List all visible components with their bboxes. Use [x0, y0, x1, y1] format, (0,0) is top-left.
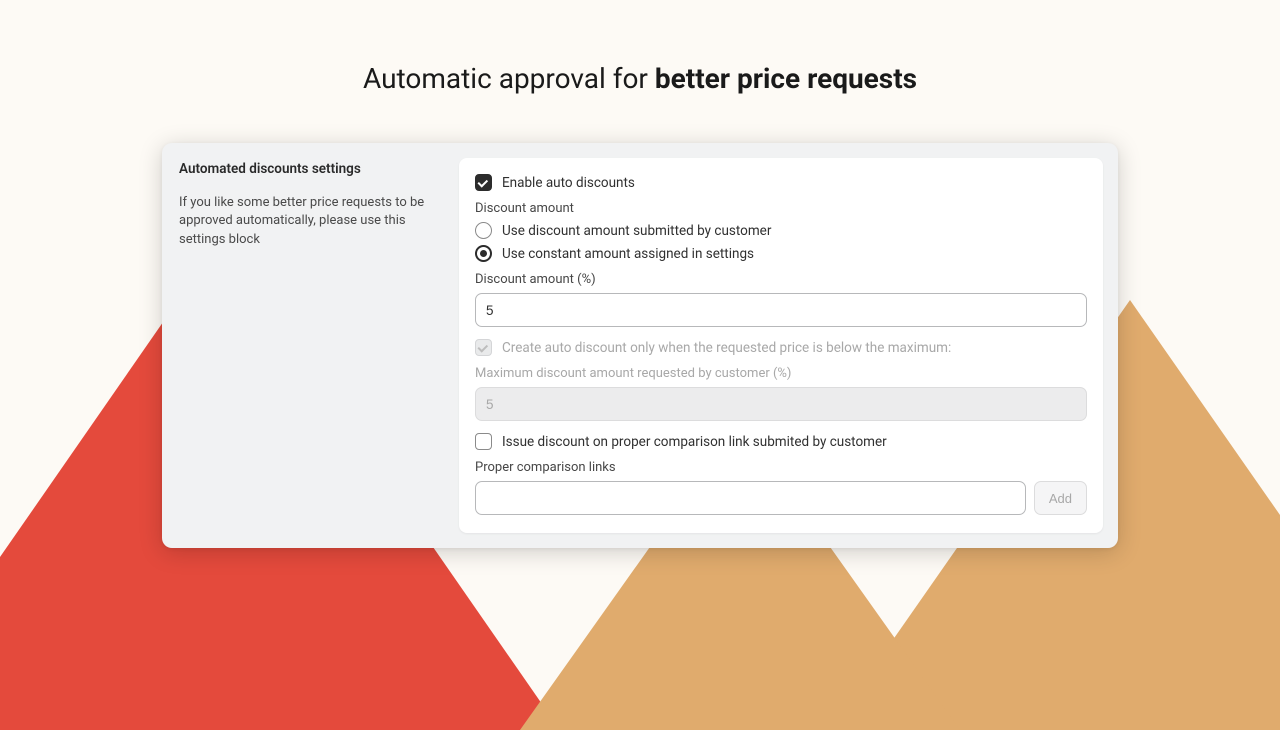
enable-auto-discounts-checkbox[interactable] [475, 174, 492, 191]
radio-constant-row[interactable]: Use constant amount assigned in settings [475, 245, 1087, 262]
only-below-max-label: Create auto discount only when the reque… [502, 340, 951, 356]
enable-auto-discounts-row[interactable]: Enable auto discounts [475, 174, 1087, 191]
settings-panel: Enable auto discounts Discount amount Us… [459, 158, 1103, 533]
proper-link-input[interactable] [475, 481, 1026, 515]
discount-amount-input[interactable] [475, 293, 1087, 327]
settings-sidebar: Automated discounts settings If you like… [177, 158, 443, 533]
discount-amount-heading: Discount amount [475, 201, 1087, 216]
radio-constant-label: Use constant amount assigned in settings [502, 246, 754, 262]
only-below-max-checkbox [475, 339, 492, 356]
max-requested-input [475, 387, 1087, 421]
proper-links-label: Proper comparison links [475, 460, 1087, 475]
issue-on-link-checkbox[interactable] [475, 433, 492, 450]
enable-auto-discounts-label: Enable auto discounts [502, 175, 635, 191]
page-title: Automatic approval for better price requ… [0, 0, 1280, 95]
sidebar-description: If you like some better price requests t… [179, 194, 437, 251]
issue-on-link-row[interactable]: Issue discount on proper comparison link… [475, 433, 1087, 450]
page-title-prefix: Automatic approval for [363, 62, 655, 95]
proper-links-row: Add [475, 481, 1087, 515]
discount-amount-pct-label: Discount amount (%) [475, 272, 1087, 287]
issue-on-link-label: Issue discount on proper comparison link… [502, 434, 887, 450]
only-below-max-row: Create auto discount only when the reque… [475, 339, 1087, 356]
max-requested-label: Maximum discount amount requested by cus… [475, 366, 1087, 381]
radio-customer-row[interactable]: Use discount amount submitted by custome… [475, 222, 1087, 239]
page-title-bold: better price requests [655, 62, 917, 95]
add-button[interactable]: Add [1034, 481, 1087, 515]
radio-constant[interactable] [475, 245, 492, 262]
radio-customer-label: Use discount amount submitted by custome… [502, 223, 771, 239]
radio-customer[interactable] [475, 222, 492, 239]
settings-card: Automated discounts settings If you like… [162, 143, 1118, 548]
sidebar-heading: Automated discounts settings [179, 160, 437, 180]
